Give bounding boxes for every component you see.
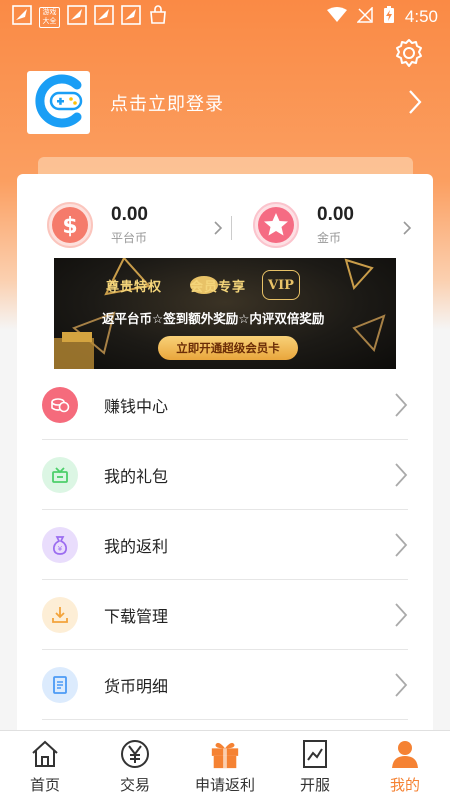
menu-item-my-rebates[interactable]: ¥ 我的返利 — [42, 510, 408, 580]
notification-icon — [94, 5, 114, 29]
nav-label: 开服 — [299, 776, 330, 794]
nav-server-open[interactable]: 开服 — [270, 731, 360, 799]
open-vip-button[interactable]: 立即开通超级会员卡 — [158, 336, 298, 360]
banner-member-text: 会员专享 — [190, 280, 247, 295]
bottom-navigation: 首页 交易 申请返利 开服 我的 — [0, 730, 450, 799]
chevron-right-icon — [394, 532, 408, 558]
login-prompt[interactable]: 点击立即登录 — [110, 90, 224, 116]
banner-title: 尊贵特权 会员专享 — [106, 276, 246, 295]
no-signal-icon — [356, 5, 373, 28]
star-icon — [253, 202, 299, 248]
nav-label: 交易 — [119, 776, 150, 794]
chart-icon — [299, 738, 331, 770]
menu-item-label: 货币明细 — [104, 676, 169, 696]
gold-coin-balance[interactable]: 0.00 金币 — [253, 202, 354, 248]
menu-item-earn-center[interactable]: 赚钱中心 — [42, 370, 408, 440]
app-notification-text: 游戏大全 — [42, 8, 57, 25]
menu-item-label: 赚钱中心 — [104, 396, 169, 416]
divider — [231, 216, 232, 240]
chevron-right-icon[interactable] — [402, 220, 412, 240]
notification-icon — [121, 5, 141, 29]
nav-trade[interactable]: 交易 — [90, 731, 180, 799]
menu-item-label: 我的返利 — [104, 536, 169, 556]
account-card: $ 0.00 平台币 0.00 金币 尊贵特权 会员专享 VIP 返平台币☆签到… — [17, 174, 433, 744]
app-logo-icon — [31, 73, 87, 133]
yen-icon — [119, 738, 151, 770]
banner-subtitle: 返平台币☆签到额外奖励☆内评双倍奖励 — [102, 311, 325, 326]
settings-gear-icon[interactable] — [394, 38, 424, 68]
nav-mine[interactable]: 我的 — [360, 731, 450, 799]
status-bar: 游戏大全 4:50 — [0, 0, 450, 34]
nav-label: 首页 — [29, 776, 60, 794]
avatar[interactable] — [27, 71, 90, 134]
platform-coin-balance[interactable]: $ 0.00 平台币 — [47, 202, 148, 248]
svg-text:¥: ¥ — [58, 545, 63, 553]
banner-title-text: 尊贵特权 — [106, 280, 163, 295]
receipt-icon — [42, 666, 78, 703]
menu-item-download-manager[interactable]: 下载管理 — [42, 580, 408, 650]
nav-home[interactable]: 首页 — [0, 731, 90, 799]
menu-item-my-gifts[interactable]: 我的礼包 — [42, 440, 408, 510]
gold-coin-value: 0.00 — [317, 204, 354, 225]
chevron-right-icon — [394, 392, 408, 418]
gift-box-icon — [42, 456, 78, 493]
app-notification-icon: 游戏大全 — [39, 6, 60, 28]
nav-label: 我的 — [389, 776, 420, 794]
vip-badge: VIP — [262, 270, 300, 300]
coins-icon — [42, 386, 78, 423]
chevron-right-icon — [394, 462, 408, 488]
home-icon — [29, 738, 61, 770]
gold-coin-label: 金币 — [317, 231, 342, 245]
menu-item-label: 我的礼包 — [104, 466, 169, 486]
nav-apply-rebate[interactable]: 申请返利 — [180, 731, 270, 799]
coin-balance-row: $ 0.00 平台币 0.00 金币 — [17, 174, 433, 259]
menu-item-label: 下载管理 — [104, 606, 169, 626]
chevron-right-icon — [394, 602, 408, 628]
download-icon — [42, 596, 78, 633]
vip-banner[interactable]: 尊贵特权 会员专享 VIP 返平台币☆签到额外奖励☆内评双倍奖励 立即开通超级会员… — [54, 258, 396, 369]
chevron-right-icon — [394, 672, 408, 698]
menu-list: 赚钱中心 我的礼包 ¥ 我的返利 下载管理 货币明细 — [42, 370, 408, 720]
gift-icon — [209, 738, 241, 770]
platform-coin-label: 平台币 — [111, 231, 148, 245]
battery-charging-icon — [383, 5, 395, 29]
platform-coin-value: 0.00 — [111, 204, 148, 225]
svg-text:$: $ — [62, 214, 77, 239]
chevron-right-icon[interactable] — [405, 88, 425, 116]
wifi-icon — [326, 6, 347, 28]
dollar-icon: $ — [47, 202, 93, 248]
nav-label: 申请返利 — [194, 776, 255, 794]
money-bag-icon: ¥ — [42, 526, 78, 563]
person-icon — [389, 738, 421, 770]
clock-time: 4:50 — [404, 7, 438, 26]
shopping-bag-icon — [148, 5, 168, 29]
chevron-right-icon[interactable] — [213, 220, 223, 240]
menu-item-currency-details[interactable]: 货币明细 — [42, 650, 408, 720]
notification-icon — [67, 5, 87, 29]
notification-icon — [12, 5, 32, 29]
